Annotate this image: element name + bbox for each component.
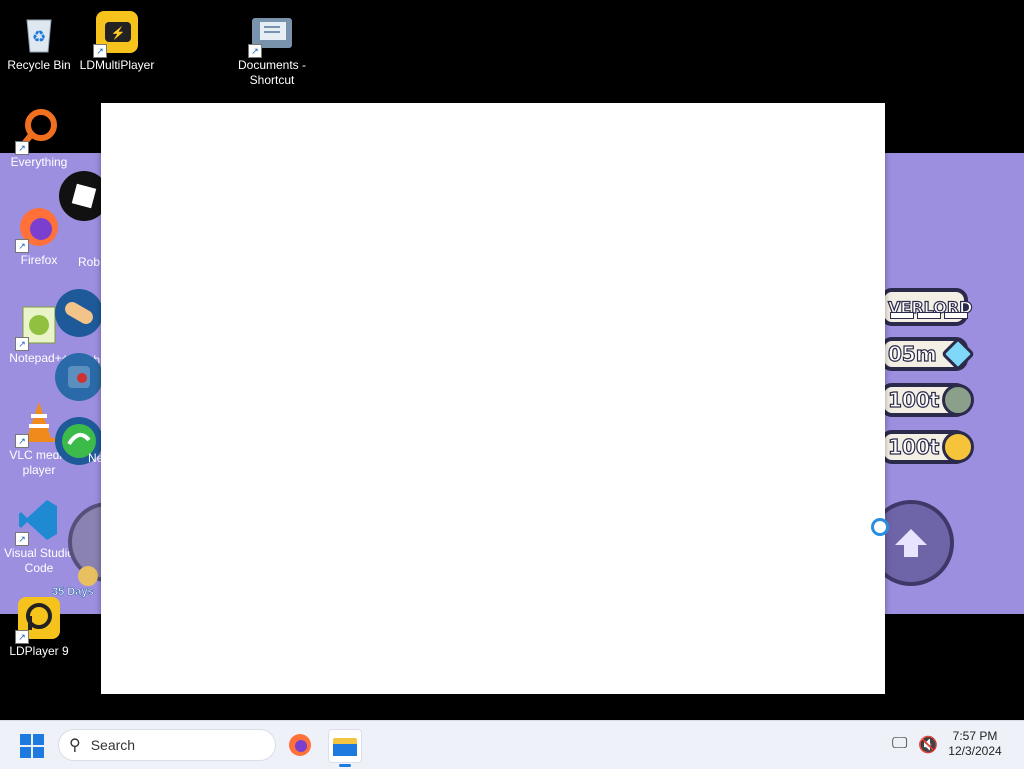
shortcut-arrow-icon: ↗ xyxy=(93,44,107,58)
search-placeholder: Search xyxy=(90,737,136,753)
desktop-icon-label: Recycle Bin xyxy=(7,58,71,72)
svg-text:♻: ♻ xyxy=(32,29,46,46)
coins-counter: 100t xyxy=(880,430,974,464)
taskbar-search[interactable]: ⚲ Search xyxy=(58,729,276,761)
paw-icon xyxy=(942,384,974,416)
lantern-icon xyxy=(54,352,104,402)
folder-icon xyxy=(333,738,357,756)
shortcut-arrow-icon: ↗ xyxy=(15,434,29,448)
firefox-icon xyxy=(289,734,311,756)
blank-window[interactable] xyxy=(101,103,885,694)
speaker-muted-icon[interactable]: 🔇 xyxy=(918,735,938,755)
desktop-icon-label: Everything xyxy=(10,155,68,169)
svg-text:⚡: ⚡ xyxy=(111,26,126,40)
shortcut-arrow-icon: ↗ xyxy=(15,630,29,644)
desktop-icon-everything[interactable]: ↗ Everything xyxy=(0,107,78,170)
desktop-icon-label: Documents - Shortcut xyxy=(237,58,307,87)
start-button[interactable] xyxy=(20,734,44,758)
desktop-icon-game-badge-4[interactable] xyxy=(66,500,148,590)
shortcut-arrow-icon: ↗ xyxy=(15,532,29,546)
desktop-icon-recycle-bin[interactable]: ♻ Recycle Bin xyxy=(0,10,78,73)
desktop-icon-label: Rob xyxy=(78,255,101,269)
network-icon[interactable]: 🖵 xyxy=(892,735,907,753)
firefox-icon: ↗ xyxy=(15,205,61,253)
arrow-up-icon xyxy=(895,529,927,557)
search-icon: ⚲ xyxy=(69,737,81,754)
ldplayer-icon: ↗ xyxy=(15,596,61,644)
bandage-icon xyxy=(54,288,104,338)
loading-indicator-icon xyxy=(871,518,889,536)
paws-value: 100t xyxy=(887,387,940,412)
shortcut-arrow-icon: ↗ xyxy=(15,141,29,155)
shortcut-arrow-icon: ↗ xyxy=(248,44,262,58)
shortcut-arrow-icon: ↗ xyxy=(15,337,29,351)
gems-value: 05m xyxy=(887,341,937,366)
paws-counter: 100t xyxy=(880,383,974,417)
ldmultiplayer-icon: ⚡ ↗ xyxy=(93,10,139,58)
recycle-bin-icon: ♻ xyxy=(17,10,61,54)
clock-date: 12/3/2024 xyxy=(948,744,1002,758)
taskbar-file-explorer[interactable] xyxy=(328,729,362,767)
desktop-icon-game-badge[interactable] xyxy=(54,288,104,338)
magnifier-icon: ↗ xyxy=(15,107,61,155)
coin-icon xyxy=(942,431,974,463)
desktop-icon-label: Visual Studio Code xyxy=(4,546,74,575)
gems-counter: 05m xyxy=(880,337,975,371)
desktop-icon-label: LDMultiPlayer xyxy=(79,58,155,72)
desktop-icon-label: Firefox xyxy=(20,253,58,267)
taskbar-firefox[interactable] xyxy=(284,729,316,761)
desktop-icon-game-badge-2[interactable] xyxy=(54,352,104,402)
windows-logo-icon xyxy=(20,734,31,745)
taskbar-clock[interactable]: 7:57 PM 12/3/2024 xyxy=(940,729,1010,759)
days-badge: 35 Days xyxy=(52,586,94,599)
rank-progress xyxy=(890,312,968,319)
shortcut-arrow-icon: ↗ xyxy=(15,239,29,253)
desktop-icon-documents[interactable]: ↗ Documents - Shortcut xyxy=(233,10,311,88)
desktop-icon-ldplayer[interactable]: ↗ LDPlayer 9 xyxy=(0,596,78,659)
folder-icon: ↗ xyxy=(248,10,294,58)
vscode-icon: ↗ xyxy=(15,498,61,546)
taskbar: ⚲ Search 🖵 🔇 7:57 PM 12/3/2024 xyxy=(0,720,1024,769)
desktop-icon-label: LDPlayer 9 xyxy=(9,644,69,658)
coins-value: 100t xyxy=(887,434,940,459)
clock-time: 7:57 PM xyxy=(952,729,998,743)
rank-badge: VERLORD xyxy=(880,288,973,326)
desktop-icon-ldmultiplayer[interactable]: ⚡ ↗ LDMultiPlayer xyxy=(78,10,156,73)
